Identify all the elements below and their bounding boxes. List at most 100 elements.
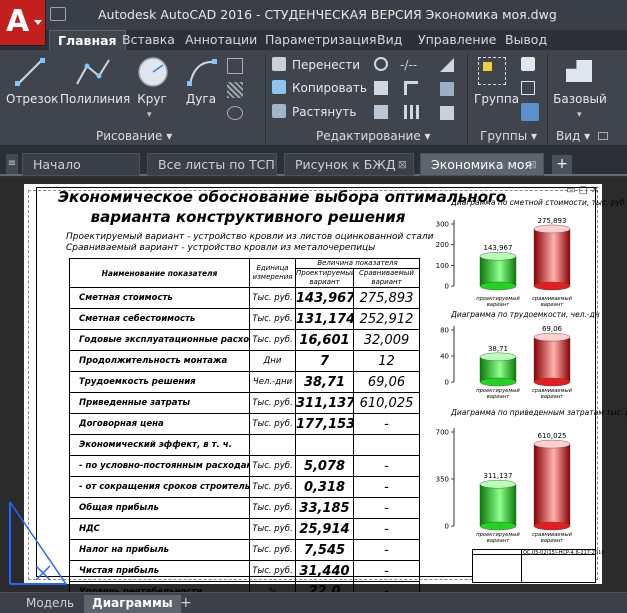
row-projected-value: 33,185 [295, 497, 354, 519]
doc-tab-label: Рисунок к БЖД [295, 157, 396, 172]
chart-3-title: Диаграмма по приведенным затратам тыс. р… [451, 408, 627, 417]
tab-menu-icon[interactable]: ≡ [6, 154, 18, 174]
minimize-icon[interactable]: ▭ [566, 185, 578, 196]
arc-tool-button[interactable] [185, 56, 219, 91]
mirror-icon[interactable] [374, 81, 388, 95]
close-icon[interactable]: ⊠ [528, 154, 537, 175]
chevron-down-icon: ▾ [531, 129, 538, 143]
row-projected-value: 177,153 [295, 413, 354, 435]
layout-tab-model[interactable]: Модель [26, 595, 74, 613]
tab-home[interactable]: Главная [49, 30, 126, 50]
table-row: Продолжительность монтажа Дни 7 12 [69, 350, 420, 372]
rotate-icon[interactable] [374, 57, 388, 71]
ellipse-icon[interactable] [227, 106, 243, 120]
row-unit: Тыс. руб. [249, 392, 296, 414]
stretch-button[interactable]: Растянуть [272, 102, 356, 122]
row-name: Экономический эффект, в т. ч. [69, 434, 250, 456]
polyline-tool-button[interactable] [73, 56, 113, 91]
array-icon[interactable] [404, 105, 422, 119]
title-block-code: ОС.05-02(15)-НСР-4.6-217-2016 [523, 550, 605, 556]
copy-button[interactable]: Копировать [272, 78, 367, 98]
draw-group-label[interactable]: Рисование ▾ [96, 127, 172, 145]
line-tool-button[interactable] [10, 56, 50, 91]
polyline-tool-label[interactable]: Полилиния [60, 92, 130, 106]
category-label: вариант [541, 302, 564, 308]
circle-tool-label[interactable]: Круг [132, 92, 172, 106]
doc-tab-label: Начало [33, 157, 81, 172]
groups-group-label[interactable]: Группы ▾ [480, 127, 537, 145]
view-group-label[interactable]: Вид ▾ [556, 127, 590, 145]
tab-insert[interactable]: Вставка [122, 30, 175, 50]
new-tab-button[interactable]: + [552, 155, 572, 174]
line-tool-label[interactable]: Отрезок [6, 92, 58, 106]
scale-icon[interactable] [374, 105, 388, 119]
layout-tab-diagrams[interactable]: Диаграммы [84, 595, 181, 613]
chevron-down-icon[interactable]: ▾ [147, 110, 152, 120]
hatch-icon[interactable] [227, 82, 243, 98]
group-select-icon[interactable] [521, 103, 539, 121]
restore-icon[interactable]: ▢ [578, 185, 590, 196]
category-label: вариант [487, 394, 510, 400]
row-projected-value: 25,914 [295, 518, 354, 540]
move-icon [272, 57, 286, 71]
chart-labor: 0408038,71проектируемыйвариант69,06сравн… [440, 325, 573, 400]
offset-icon[interactable] [440, 82, 454, 96]
tab-annotate[interactable]: Аннотации [185, 30, 257, 50]
doc-tab-label: Все листы по ТСП* [158, 157, 277, 172]
join-icon[interactable] [440, 106, 454, 120]
view-group-text: Вид [556, 129, 581, 143]
chevron-down-icon[interactable]: ▾ [577, 110, 582, 120]
trim-icon[interactable]: -/-- [400, 58, 417, 72]
table-row: Экономический эффект, в т. ч. [69, 434, 420, 456]
row-projected-value: 31,440 [295, 560, 354, 582]
row-name: НДС [69, 518, 250, 540]
fillet-icon[interactable] [404, 81, 418, 95]
col-header-projected: Проектируемый вариант [295, 268, 354, 288]
ribbon-minimize-icon[interactable] [598, 132, 608, 140]
arc-tool-label[interactable]: Дуга [182, 92, 220, 106]
polyline-icon [76, 59, 110, 85]
ungroup-icon[interactable] [521, 57, 535, 71]
chevron-down-icon: ▾ [584, 129, 591, 143]
doc-tab-start[interactable]: Начало [22, 153, 140, 176]
row-compared-value: 69,06 [353, 371, 420, 393]
bar-top [479, 480, 517, 489]
table-row: Налог на прибыль Тыс. руб. 7,545- [69, 539, 420, 561]
tab-view[interactable]: Вид [377, 30, 402, 50]
row-unit: Тыс. руб. [249, 455, 296, 477]
row-compared-value: 32,009 [353, 329, 420, 351]
row-projected-value: 7 [295, 350, 354, 372]
doc-tab-bzhd[interactable]: Рисунок к БЖД ⊠ [284, 153, 414, 176]
bar-base [479, 281, 517, 291]
doc-tab-economics[interactable]: Экономика моя ⊠ [420, 153, 544, 176]
group-button[interactable]: Группа [474, 92, 519, 106]
group-edit-icon[interactable] [521, 81, 535, 95]
row-name: Сметная себестоимость [69, 308, 250, 330]
bar-base [533, 281, 571, 291]
doc-tab-all-sheets[interactable]: Все листы по ТСП* [147, 153, 277, 176]
tab-output[interactable]: Вывод [505, 30, 547, 50]
circle-tool-button[interactable] [136, 55, 170, 92]
data-label: 275,893 [538, 217, 567, 225]
group-icon[interactable] [478, 57, 506, 85]
table-row: Годовые эксплуатационные расходы Тыс. руб… [69, 329, 420, 351]
row-compared-value: - [353, 413, 420, 435]
move-button[interactable]: Перенести [272, 55, 360, 75]
bar [533, 439, 571, 531]
add-layout-button[interactable]: + [180, 595, 192, 613]
projected-variant-text: Проектируемый вариант - устройство кровл… [66, 232, 434, 242]
data-label: 69,06 [542, 325, 563, 333]
bar [479, 480, 517, 531]
bar-top [533, 224, 571, 234]
close-icon[interactable]: ✕ [591, 185, 602, 196]
modify-group-label[interactable]: Редактирование ▾ [316, 127, 431, 145]
rectangle-icon[interactable] [227, 58, 243, 74]
tab-parametric[interactable]: Параметризация [265, 30, 377, 50]
quick-access-icon[interactable] [50, 7, 66, 21]
close-icon[interactable]: ⊠ [398, 154, 407, 175]
y-tick-label: 350 [436, 476, 449, 484]
viewport-controls[interactable]: ▭▢✕ [566, 185, 602, 196]
tab-manage[interactable]: Управление [418, 30, 496, 50]
base-view-button[interactable]: Базовый [552, 92, 608, 106]
app-menu-button[interactable]: A [0, 0, 46, 46]
